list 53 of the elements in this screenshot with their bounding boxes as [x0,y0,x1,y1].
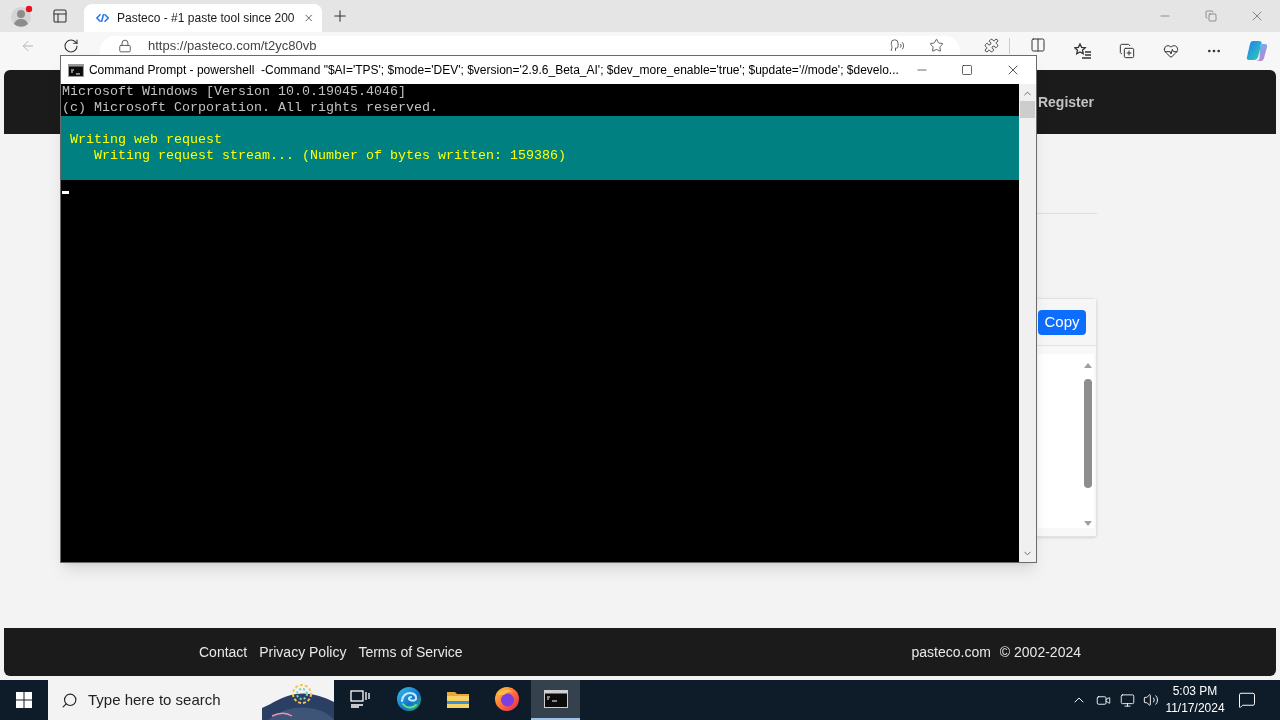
globe-flame-icon [493,686,520,712]
profile-avatar-icon[interactable] [11,5,33,27]
search-placeholder: Type here to search [88,689,221,710]
paste-text-area[interactable] [1038,354,1094,528]
copyright-text: © 2002-2024 [999,642,1081,662]
progress-activity: Writing web request [69,132,223,148]
panel-layout-icon[interactable] [52,8,68,24]
footer-link[interactable]: Terms of Service [358,641,463,663]
tab-title: Pasteco - #1 paste tool since 200 [117,10,295,27]
url-text: https://pasteco.com/t2yc80vb [148,38,317,54]
progress-status: Writing request stream... (Number of bytes written: 159386) [93,148,567,164]
star-list-icon[interactable] [1074,43,1091,59]
maximize-icon[interactable] [961,64,974,76]
footer-link[interactable]: Privacy Policy [259,641,347,663]
notification-icon[interactable] [1238,691,1256,709]
split-screen-icon[interactable] [1030,37,1046,53]
close-icon[interactable] [302,11,314,25]
code-brackets-icon [96,12,110,24]
window-title: Command Prompt - powershell -Command "$AI='TPS'; $mode='DEV'; $version='2.9.6_Beta_AI'; $dev_more_enable='true'; $update='//mode'; $develo... [88,62,899,79]
speech-icon[interactable] [890,38,905,53]
scrollbar-thumb[interactable] [1084,379,1092,488]
console-line: Microsoft Windows [Version 10.0.19045.4046] [61,84,407,100]
swirl-icon [395,686,422,712]
clock-time[interactable]: 5:03 PM [1172,683,1218,700]
taskbar-search-field[interactable]: Type here to search [48,680,334,720]
four-squares-icon [16,692,32,708]
speaker-icon[interactable] [1143,692,1159,708]
ribbon-logo-icon[interactable] [1246,40,1268,62]
scroll-down-icon[interactable] [1084,521,1092,526]
scrollbar-thumb[interactable] [1020,101,1035,118]
puzzle-icon[interactable] [984,38,999,53]
terminal-icon [68,63,84,77]
copy-button[interactable]: Copy [1038,309,1086,335]
star-icon[interactable] [929,38,944,53]
address-bar[interactable]: https://pasteco.com/t2yc80vb [100,36,960,55]
copy-plus-icon[interactable] [1119,43,1135,59]
monitor-icon[interactable] [1119,692,1135,708]
clock-date[interactable]: 11/17/2024 [1165,700,1225,717]
folder-icon [445,689,470,709]
footer-link[interactable]: Contact [199,641,248,663]
taskbar-app-button[interactable] [531,680,580,720]
search-icon [61,691,78,709]
register-link[interactable]: Register [1037,91,1094,113]
site-name: pasteco.com [911,642,991,662]
task-view-icon [350,690,370,708]
refresh-icon[interactable] [63,38,79,54]
heart-pulse-icon[interactable] [1163,43,1179,59]
browser-tab[interactable]: Pasteco - #1 paste tool since 200 [84,4,322,32]
lock-icon [118,39,132,53]
new-tab-icon[interactable] [331,7,349,25]
console-line: (c) Microsoft Corporation. All rights reserved. [61,100,439,116]
scroll-up-icon[interactable] [1084,363,1092,368]
terminal-icon [543,690,568,708]
